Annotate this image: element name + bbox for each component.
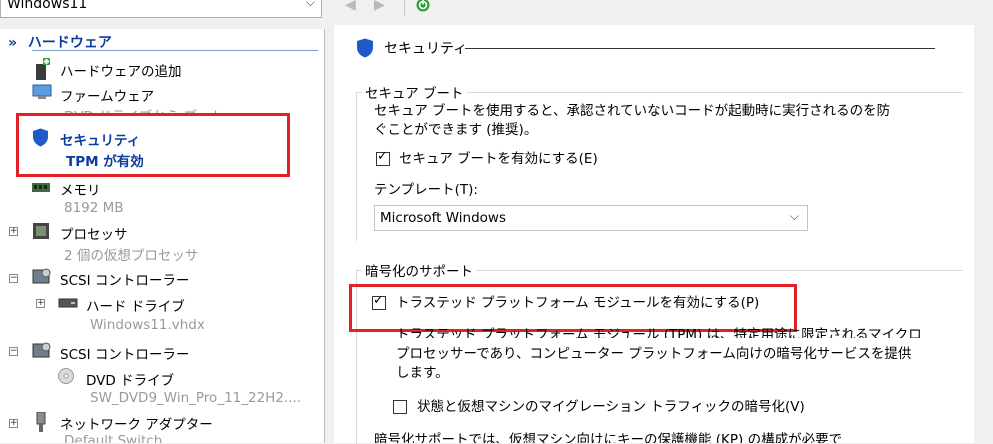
- hardware-header-label: ハードウェア: [27, 35, 112, 51]
- encryption-group-label: 暗号化のサポート: [362, 260, 476, 280]
- collapse-scsi2-toggle[interactable]: −: [9, 347, 18, 356]
- page-title: セキュリティ: [384, 41, 468, 57]
- tree-item-scsi-controller-1[interactable]: SCSI コントローラー: [60, 269, 189, 289]
- highlight-box-tpm: [349, 284, 797, 332]
- tpm-description-line2: プロセッサーであり、コンピューター プラットフォーム向けの暗号化サービスを提供: [396, 346, 912, 362]
- dvd-image-file: SW_DVD9_Win_Pro_11_22H2....: [90, 390, 302, 406]
- template-value: Microsoft Windows: [380, 210, 506, 226]
- toolbar-separator: [404, 0, 405, 16]
- toolbar: Windows11 ⌵ ◀ ▶: [0, 0, 993, 20]
- back-button[interactable]: ◀: [345, 0, 356, 13]
- tree-item-hard-drive[interactable]: ハード ドライブ: [86, 295, 185, 315]
- hard-drive-icon: [58, 298, 78, 308]
- shield-icon: [357, 38, 373, 58]
- secure-boot-checkbox[interactable]: ✓: [376, 149, 390, 166]
- expand-network-toggle[interactable]: +: [9, 419, 18, 428]
- hard-drive-file: Windows11.vhdx: [90, 317, 205, 333]
- forward-button[interactable]: ▶: [374, 0, 385, 13]
- secure-boot-description-line1: セキュア ブートを使用すると、承認されていないコードが起動時に実行されるのを防: [374, 103, 891, 119]
- chevron-down-icon: ⌵: [305, 0, 315, 9]
- firmware-icon: [32, 84, 52, 99]
- collapse-scsi1-toggle[interactable]: −: [9, 274, 18, 283]
- processor-icon: [33, 223, 49, 239]
- secure-boot-group-label: セキュア ブート: [362, 82, 467, 102]
- migration-encryption-checkbox[interactable]: ✓: [393, 400, 407, 414]
- migration-encryption-label[interactable]: 状態と仮想マシンのマイグレーション トラフィックの暗号化(V): [417, 398, 805, 417]
- tree-item-network-adapter[interactable]: ネットワーク アダプター: [60, 413, 213, 433]
- collapse-chevron-icon[interactable]: »: [8, 35, 17, 51]
- tree-item-memory[interactable]: メモリ: [60, 179, 101, 199]
- encryption-footer-note: 暗号化サポートでは、仮想マシン向けにキーの保護機能 (KP) の構成が必要で: [374, 432, 843, 443]
- hardware-tree: » ハードウェア ハードウェアの追加 ファームウェア DVD ドライブから ブー…: [0, 29, 325, 443]
- tree-item-processor[interactable]: プロセッサ: [60, 223, 128, 243]
- scsi-controller-icon: [32, 268, 51, 284]
- chevron-down-icon: ⌵: [789, 209, 799, 223]
- tree-item-firmware[interactable]: ファームウェア: [60, 85, 154, 105]
- expand-processor-toggle[interactable]: +: [9, 227, 18, 236]
- start-vm-icon[interactable]: [416, 0, 430, 12]
- tree-item-dvd-drive[interactable]: DVD ドライブ: [86, 369, 174, 389]
- tree-item-add-hardware[interactable]: ハードウェアの追加: [60, 60, 182, 80]
- settings-scrollbar[interactable]: [974, 25, 993, 443]
- secure-boot-checkbox-label[interactable]: セキュア ブートを有効にする(E): [399, 150, 598, 169]
- scsi-controller-icon: [32, 342, 51, 358]
- tpm-description-line1: トラステッド プラットフォーム モジュール (TPM) は、特定用途に限定される…: [396, 327, 922, 338]
- vm-name: Windows11: [7, 0, 88, 12]
- memory-size: 8192 MB: [64, 200, 124, 216]
- memory-icon: [32, 183, 50, 192]
- secure-boot-description-line2: ぐことができます (推奨)。: [374, 122, 538, 138]
- add-hardware-icon: [36, 58, 50, 80]
- template-label: テンプレート(T):: [374, 182, 478, 198]
- expand-harddrive-toggle[interactable]: +: [36, 299, 45, 308]
- dvd-drive-icon: [58, 368, 74, 384]
- vm-selector-dropdown[interactable]: Windows11 ⌵: [0, 0, 322, 18]
- tree-item-scsi-controller-2[interactable]: SCSI コントローラー: [60, 343, 189, 363]
- tpm-description-line3: します。: [396, 365, 449, 381]
- processor-count: 2 個の仮想プロセッサ: [64, 248, 199, 264]
- title-divider: [465, 48, 935, 49]
- network-switch-name: Default Switch: [64, 433, 163, 443]
- network-adapter-icon: [36, 412, 46, 432]
- template-dropdown[interactable]: Microsoft Windows ⌵: [374, 205, 808, 231]
- highlight-box-security: [16, 113, 290, 177]
- hardware-section-header[interactable]: » ハードウェア: [8, 32, 112, 52]
- header-divider: [32, 50, 318, 51]
